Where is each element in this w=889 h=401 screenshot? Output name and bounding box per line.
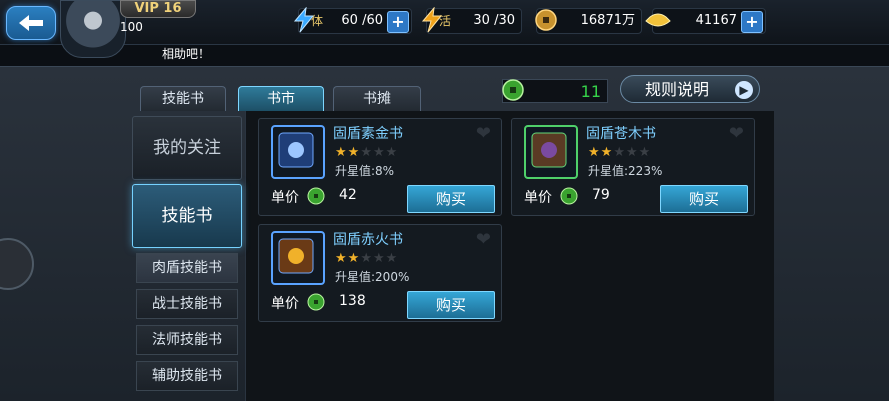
rules-button[interactable]: 规则说明 ▶ (620, 75, 760, 103)
buy-button[interactable]: 购买 (407, 185, 495, 213)
star-rating: ★★★★★ (335, 251, 399, 266)
heart-icon[interactable]: ❤ (476, 229, 491, 250)
upgrade-value: 升星值:8% (335, 164, 395, 178)
subcategory-support[interactable]: 辅助技能书 (136, 361, 238, 391)
rules-button-label: 规则说明 (645, 80, 710, 99)
tab-book-market[interactable]: 书市 (238, 86, 324, 111)
jade-coin-icon (307, 293, 325, 311)
player-avatar[interactable] (60, 0, 126, 58)
buy-button[interactable]: 购买 (660, 185, 748, 213)
heart-icon[interactable]: ❤ (476, 123, 491, 144)
tab-skill-books[interactable]: 技能书 (140, 86, 226, 111)
star-rating: ★★★★★ (588, 145, 652, 160)
energy-resource: 活 30 /30 (421, 7, 522, 34)
category-skill-book[interactable]: 技能书 (132, 184, 242, 248)
upgrade-value: 升星值:200% (335, 270, 410, 284)
stamina-resource: 体 60 /60 + (293, 7, 412, 34)
tab-book-stall[interactable]: 书摊 (333, 86, 421, 111)
coin-value: 16871万 (580, 13, 635, 28)
chevron-right-icon: ▶ (735, 81, 753, 99)
jade-currency-value: 11 (580, 82, 601, 101)
shop-card: 固盾素金书 ❤ ★★★★★ 升星值:8% 单价 42 购买 (258, 118, 502, 216)
top-bar: VIP 16 100 体 60 /60 + 活 30 /30 16871万 41… (0, 0, 889, 58)
price-label: 单价 (271, 296, 299, 312)
jade-coin-icon (560, 187, 578, 205)
subcategory-tank[interactable]: 肉盾技能书 (136, 253, 238, 283)
book-icon[interactable] (271, 125, 325, 179)
shop-card: 固盾苍木书 ❤ ★★★★★ 升星值:223% 单价 79 购买 (511, 118, 755, 216)
book-name: 固盾苍木书 (586, 126, 656, 142)
add-gold-button[interactable]: + (741, 11, 763, 33)
star-rating: ★★★★★ (335, 145, 399, 160)
book-icon[interactable] (524, 125, 578, 179)
upgrade-value: 升星值:223% (588, 164, 663, 178)
back-button[interactable] (6, 6, 56, 40)
energy-label: 活 (439, 14, 452, 28)
book-name: 固盾赤火书 (333, 232, 403, 248)
price-value: 79 (592, 187, 610, 203)
gold-resource: 41167 + (645, 8, 766, 34)
coin-resource: 16871万 (535, 8, 642, 34)
player-level: 100 (120, 20, 143, 34)
price-label: 单价 (271, 190, 299, 206)
jade-currency: 11 (502, 79, 608, 103)
price-value: 42 (339, 187, 357, 203)
buy-button[interactable]: 购买 (407, 291, 495, 319)
book-name: 固盾素金书 (333, 126, 403, 142)
gold-value: 41167 (695, 13, 737, 28)
subcategory-mage[interactable]: 法师技能书 (136, 325, 238, 355)
scrolling-notice: 相助吧！ (162, 47, 211, 61)
category-my-follow[interactable]: 我的关注 (132, 116, 242, 180)
jade-coin-icon (502, 79, 524, 101)
subcategory-warrior[interactable]: 战士技能书 (136, 289, 238, 319)
category-sidebar: 我的关注 技能书 肉盾技能书 战士技能书 法师技能书 辅助技能书 (128, 110, 244, 400)
stamina-value: 60 /60 (341, 13, 383, 28)
energy-value: 30 /30 (473, 13, 515, 28)
shop-card: 固盾赤火书 ❤ ★★★★★ 升星值:200% 单价 138 购买 (258, 224, 502, 322)
heart-icon[interactable]: ❤ (729, 123, 744, 144)
back-arrow-icon (19, 15, 43, 31)
gold-ingot-icon (643, 5, 673, 35)
book-icon[interactable] (271, 231, 325, 285)
vip-badge: VIP 16 (120, 0, 196, 18)
price-label: 单价 (524, 190, 552, 206)
price-value: 138 (339, 293, 366, 309)
add-stamina-button[interactable]: + (387, 11, 409, 33)
stamina-label: 体 (311, 14, 324, 28)
jade-coin-icon (307, 187, 325, 205)
coin-icon (531, 5, 561, 35)
